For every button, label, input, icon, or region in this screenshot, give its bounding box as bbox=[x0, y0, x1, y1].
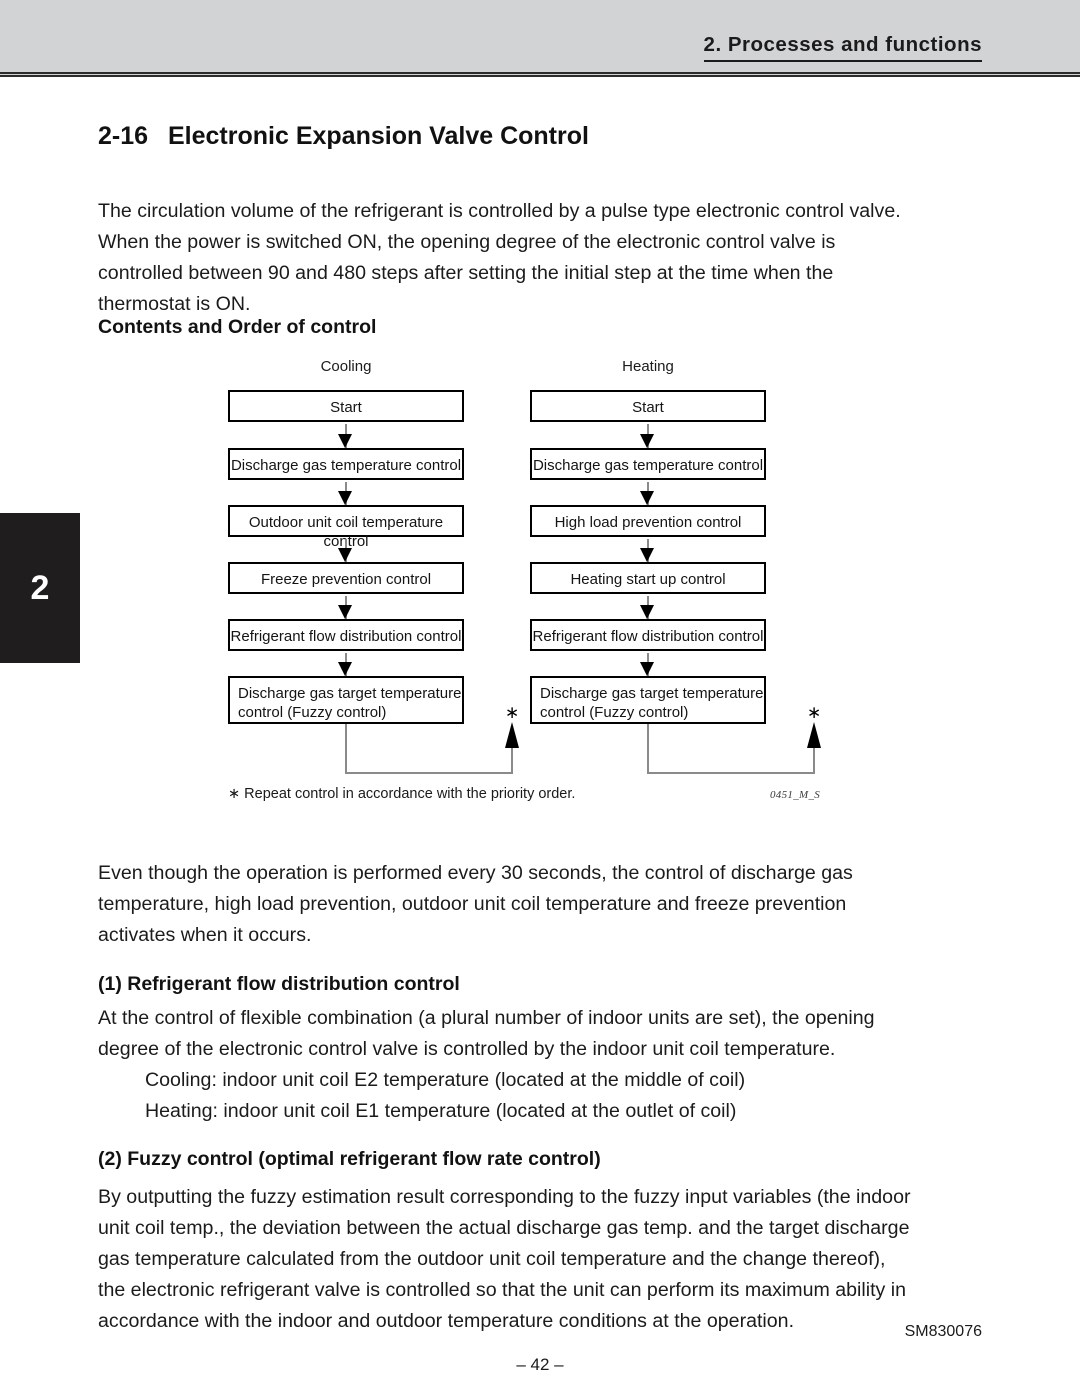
flow-arrowhead-cooling-5 bbox=[338, 662, 352, 676]
flow-loop-marker-heating: ∗ bbox=[807, 703, 822, 722]
flow-loop-bottom-cooling bbox=[345, 772, 513, 774]
flow-box-cooling-2: Discharge gas temperature control bbox=[228, 448, 464, 480]
flow-arrowhead-heating-2 bbox=[640, 491, 654, 505]
flow-arrowhead-cooling-1 bbox=[338, 434, 352, 448]
flow-box-heating-2: Discharge gas temperature control bbox=[530, 448, 766, 480]
operation-interval-line-2: temperature, high load prevention, outdo… bbox=[98, 893, 847, 915]
subsection-1-heading: (1) Refrigerant flow distribution contro… bbox=[98, 973, 460, 995]
subsection-1-body: At the control of flexible combination (… bbox=[98, 1003, 998, 1127]
flow-loop-down-cooling bbox=[345, 724, 347, 774]
subsection-2-line-5: accordance with the indoor and outdoor t… bbox=[98, 1310, 795, 1332]
flow-column-label-heating: Heating bbox=[622, 358, 674, 375]
subsection-1-heating-note: Heating: indoor unit coil E1 temperature… bbox=[145, 1100, 737, 1122]
subsection-2-line-3: gas temperature calculated from the outd… bbox=[98, 1248, 886, 1270]
flowchart-footnote: ∗ Repeat control in accordance with the … bbox=[228, 786, 576, 802]
subsection-2-line-1: By outputting the fuzzy estimation resul… bbox=[98, 1186, 911, 1208]
chapter-header-title: 2. Processes and functions bbox=[703, 33, 982, 62]
flow-box-cooling-1: Start bbox=[228, 390, 464, 422]
flow-box-heating-3: High load prevention control bbox=[530, 505, 766, 537]
contents-and-order-heading: Contents and Order of control bbox=[98, 316, 377, 338]
flow-arrowhead-heating-4 bbox=[640, 605, 654, 619]
flow-box-cooling-4: Freeze prevention control bbox=[228, 562, 464, 594]
section-number: 2-16 bbox=[98, 122, 149, 150]
flow-box-cooling-5: Refrigerant flow distribution control bbox=[228, 619, 464, 651]
control-order-flowchart: Cooling Heating Start Discharge gas temp… bbox=[0, 352, 1080, 812]
subsection-2-line-4: the electronic refrigerant valve is cont… bbox=[98, 1279, 907, 1301]
page-title: 2-16 Electronic Expansion Valve Control bbox=[98, 122, 589, 151]
flow-loop-down-heating bbox=[647, 724, 649, 774]
flow-box-heating-4: Heating start up control bbox=[530, 562, 766, 594]
intro-line-2: When the power is switched ON, the openi… bbox=[98, 231, 836, 253]
subsection-2-body: By outputting the fuzzy estimation resul… bbox=[98, 1182, 998, 1337]
flow-box-heating-6: Discharge gas target temperature control… bbox=[530, 676, 766, 724]
flow-arrowhead-cooling-3 bbox=[338, 548, 352, 562]
flow-arrowhead-cooling-4 bbox=[338, 605, 352, 619]
operation-interval-line-1: Even though the operation is performed e… bbox=[98, 862, 853, 884]
flow-arrowhead-heating-1 bbox=[640, 434, 654, 448]
subsection-2-line-2: unit coil temp., the deviation between t… bbox=[98, 1217, 910, 1239]
section-title-text: Electronic Expansion Valve Control bbox=[168, 122, 589, 150]
subsection-1-line-1: At the control of flexible combination (… bbox=[98, 1007, 875, 1029]
flow-column-label-cooling: Cooling bbox=[320, 358, 372, 375]
operation-interval-paragraph: Even though the operation is performed e… bbox=[98, 858, 998, 951]
intro-line-1: The circulation volume of the refrigeran… bbox=[98, 200, 901, 222]
intro-paragraph: The circulation volume of the refrigeran… bbox=[98, 196, 998, 320]
header-divider-rule bbox=[0, 72, 1080, 77]
subsection-2-heading: (2) Fuzzy control (optimal refrigerant f… bbox=[98, 1148, 601, 1170]
operation-interval-line-3: activates when it occurs. bbox=[98, 924, 312, 946]
flow-loop-bottom-heating bbox=[647, 772, 815, 774]
flow-arrowhead-cooling-2 bbox=[338, 491, 352, 505]
flow-box-cooling-3: Outdoor unit coil temperature control bbox=[228, 505, 464, 550]
intro-line-3: controlled between 90 and 480 steps afte… bbox=[98, 262, 834, 284]
flow-loop-up-heating bbox=[813, 748, 815, 774]
flow-loop-arrowhead-heating bbox=[807, 722, 821, 748]
flow-arrowhead-heating-3 bbox=[640, 548, 654, 562]
flow-box-heating-1: Start bbox=[530, 390, 766, 422]
document-code: SM830076 bbox=[904, 1323, 982, 1340]
page-number: – 42 – bbox=[516, 1355, 564, 1374]
figure-id-label: 0451_M_S bbox=[770, 789, 821, 801]
flow-loop-marker-cooling: ∗ bbox=[505, 703, 520, 722]
subsection-1-line-2: degree of the electronic control valve i… bbox=[98, 1038, 836, 1060]
flow-arrowhead-heating-5 bbox=[640, 662, 654, 676]
flow-box-heating-5: Refrigerant flow distribution control bbox=[530, 619, 766, 651]
flow-loop-arrowhead-cooling bbox=[505, 722, 519, 748]
flow-box-cooling-6: Discharge gas target temperature control… bbox=[228, 676, 464, 724]
subsection-1-cooling-note: Cooling: indoor unit coil E2 temperature… bbox=[145, 1069, 746, 1091]
flow-loop-up-cooling bbox=[511, 748, 513, 774]
